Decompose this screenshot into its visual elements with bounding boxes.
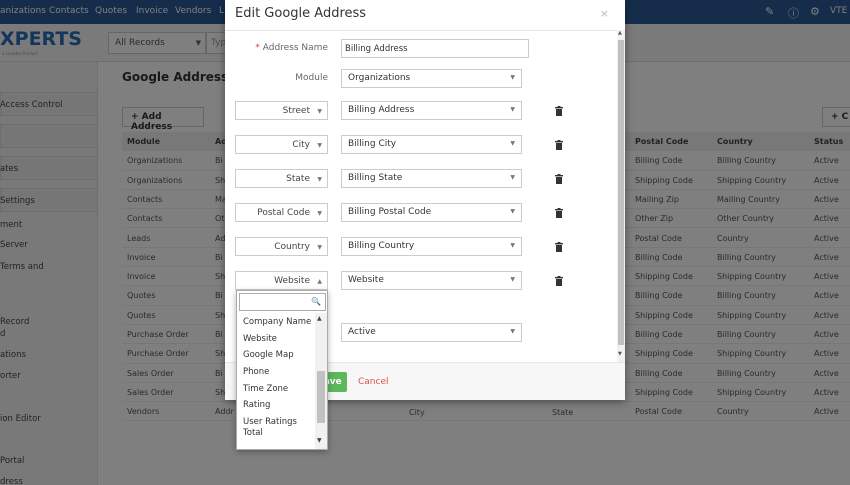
dropdown-scrollbar[interactable]: ▲ ▼	[315, 313, 327, 449]
dropdown-option[interactable]: Rating	[243, 400, 270, 410]
dropdown-option[interactable]: Total	[243, 428, 263, 438]
module-label: Module	[295, 73, 328, 83]
chevron-down-icon: ▼	[317, 244, 322, 251]
address-field-value: Website	[274, 276, 310, 286]
dropdown-option[interactable]: Phone	[243, 367, 269, 377]
address-field-select[interactable]: Website ▲	[235, 271, 328, 290]
crm-field-value: Billing State	[348, 173, 403, 183]
trash-icon[interactable]	[555, 140, 563, 150]
address-field-value: State	[286, 174, 310, 184]
cancel-button[interactable]: Cancel	[358, 377, 389, 387]
scroll-up-icon[interactable]: ▲	[618, 30, 622, 36]
crm-field-value: Billing Address	[348, 105, 415, 115]
status-select-value: Active	[348, 327, 376, 337]
address-field-value: Country	[274, 242, 310, 252]
chevron-down-icon: ▼	[317, 176, 322, 183]
crm-field-select[interactable]: Billing Address ▼	[341, 101, 522, 120]
crm-field-value: Billing Country	[348, 241, 415, 251]
search-icon: 🔍	[311, 297, 321, 306]
crm-field-select[interactable]: Billing Postal Code ▼	[341, 203, 522, 222]
address-field-value: Postal Code	[257, 208, 310, 218]
field-dropdown-list: 🔍 Company Name Website Google Map Phone …	[236, 290, 328, 450]
trash-icon[interactable]	[555, 174, 563, 184]
module-select-value: Organizations	[348, 73, 411, 83]
chevron-down-icon: ▼	[317, 210, 322, 217]
trash-icon[interactable]	[555, 276, 563, 286]
scroll-down-icon[interactable]: ▼	[618, 351, 622, 357]
required-marker: *	[255, 43, 260, 53]
crm-field-value: Billing City	[348, 139, 397, 149]
chevron-down-icon: ▼	[317, 108, 322, 115]
address-field-value: City	[292, 140, 310, 150]
chevron-down-icon: ▼	[510, 74, 515, 81]
module-select[interactable]: Organizations ▼	[341, 69, 522, 88]
address-field-select[interactable]: Postal Code ▼	[235, 203, 328, 222]
close-icon[interactable]: ×	[600, 7, 609, 20]
modal-title: Edit Google Address	[235, 6, 367, 21]
address-field-select[interactable]: Street ▼	[235, 101, 328, 120]
trash-icon[interactable]	[555, 242, 563, 252]
address-field-value: Street	[282, 106, 310, 116]
crm-field-select[interactable]: Billing Country ▼	[341, 237, 522, 256]
address-field-select[interactable]: City ▼	[235, 135, 328, 154]
status-select[interactable]: Active ▼	[341, 323, 522, 342]
chevron-down-icon: ▼	[510, 106, 515, 113]
scroll-down-icon[interactable]: ▼	[317, 437, 322, 444]
dropdown-search-input[interactable]: 🔍	[239, 293, 326, 311]
dropdown-option[interactable]: Website	[243, 334, 277, 344]
trash-icon[interactable]	[555, 106, 563, 116]
scrollbar-thumb[interactable]	[618, 40, 624, 345]
address-field-select[interactable]: Country ▼	[235, 237, 328, 256]
crm-field-value: Billing Postal Code	[348, 207, 432, 217]
crm-field-select[interactable]: Billing State ▼	[341, 169, 522, 188]
address-name-label: * Address Name	[255, 43, 328, 53]
chevron-down-icon: ▼	[510, 174, 515, 181]
chevron-down-icon: ▼	[510, 208, 515, 215]
address-name-label-text: Address Name	[262, 43, 328, 53]
chevron-down-icon: ▼	[510, 140, 515, 147]
chevron-down-icon: ▼	[510, 242, 515, 249]
crm-field-select[interactable]: Website ▼	[341, 271, 522, 290]
address-field-select[interactable]: State ▼	[235, 169, 328, 188]
dropdown-option[interactable]: User Ratings	[243, 417, 297, 427]
trash-icon[interactable]	[555, 208, 563, 218]
modal-scrollbar[interactable]: ▲ ▼	[617, 30, 625, 362]
scrollbar-thumb[interactable]	[317, 371, 325, 423]
dropdown-option[interactable]: Time Zone	[243, 384, 288, 394]
chevron-down-icon: ▼	[510, 328, 515, 335]
dropdown-option[interactable]: Company Name	[243, 317, 311, 327]
chevron-down-icon: ▼	[510, 276, 515, 283]
address-name-input[interactable]: Billing Address	[341, 39, 529, 58]
crm-field-value: Website	[348, 275, 384, 285]
crm-field-select[interactable]: Billing City ▼	[341, 135, 522, 154]
chevron-up-icon: ▲	[317, 278, 322, 285]
scroll-up-icon[interactable]: ▲	[317, 315, 322, 322]
dropdown-option[interactable]: Google Map	[243, 350, 294, 360]
chevron-down-icon: ▼	[317, 142, 322, 149]
divider	[225, 30, 625, 31]
